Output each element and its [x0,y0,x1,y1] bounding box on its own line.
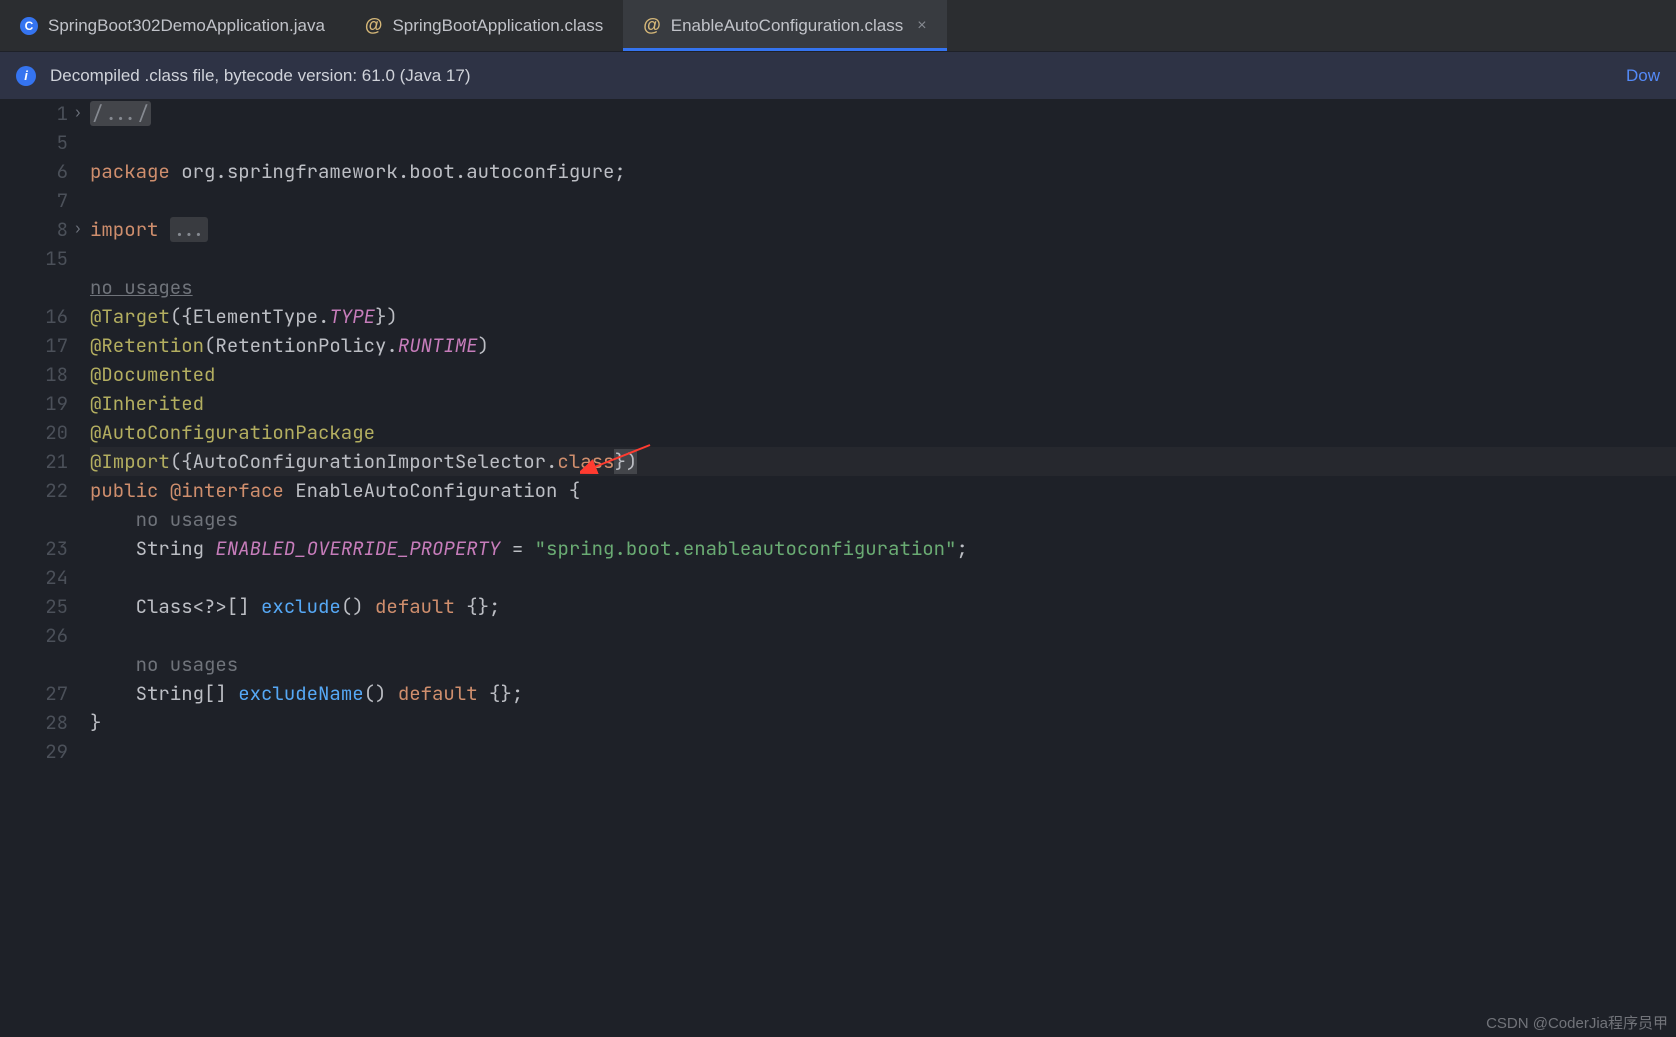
annotation-icon: @ [365,15,383,36]
highlighted-line: @Import({AutoConfigurationImportSelector… [90,447,1676,476]
folded-block[interactable]: ... [170,217,208,242]
tab-label: EnableAutoConfiguration.class [671,16,903,36]
tab-demo-app[interactable]: C SpringBoot302DemoApplication.java [0,0,345,51]
code-content[interactable]: /.../ package org.springframework.boot.a… [86,99,1676,1037]
usages-hint[interactable]: no usages [136,652,239,677]
tab-enable-autoconfig[interactable]: @ EnableAutoConfiguration.class × [623,0,946,51]
close-icon[interactable]: × [917,17,926,35]
decompiled-info-bar: i Decompiled .class file, bytecode versi… [0,52,1676,99]
fold-icon[interactable]: › [74,215,82,244]
code-editor[interactable]: 1› 5 6 7 8› 15 16 17 18 19 20 21 22 23 2… [0,99,1676,1037]
info-icon: i [16,66,36,86]
fold-icon[interactable]: › [74,99,82,128]
editor-tabs: C SpringBoot302DemoApplication.java @ Sp… [0,0,1676,52]
usages-hint[interactable]: no usages [136,507,239,532]
tab-springboot-app[interactable]: @ SpringBootApplication.class [345,0,623,51]
download-sources-link[interactable]: Dow [1626,66,1660,86]
line-gutter: 1› 5 6 7 8› 15 16 17 18 19 20 21 22 23 2… [0,99,86,1037]
usages-hint[interactable]: no usages [90,275,193,300]
info-text: Decompiled .class file, bytecode version… [50,66,470,86]
tab-label: SpringBootApplication.class [392,16,603,36]
tab-label: SpringBoot302DemoApplication.java [48,16,325,36]
folded-block[interactable]: /.../ [90,101,151,126]
java-class-icon: C [20,17,38,35]
watermark: CSDN @CoderJia程序员甲 [1486,1012,1668,1033]
annotation-icon: @ [643,15,661,36]
